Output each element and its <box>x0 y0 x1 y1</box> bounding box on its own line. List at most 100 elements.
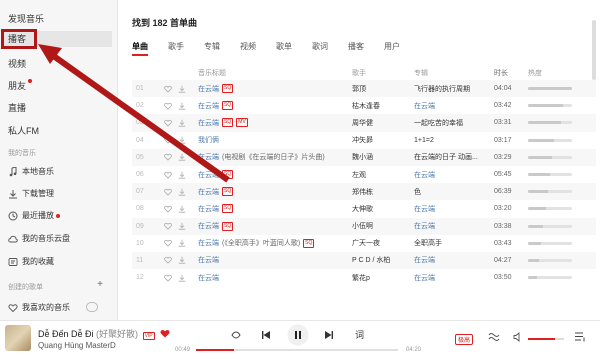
like-heart-icon[interactable] <box>164 256 172 265</box>
album-link[interactable]: 在云端 <box>414 255 494 265</box>
table-row[interactable]: 01 在云端 SQ 郭顶 飞行器的执行周期 04:04 <box>132 80 596 98</box>
column-artist[interactable]: 歌手 <box>352 68 414 78</box>
download-icon[interactable] <box>178 119 186 127</box>
artist-link[interactable]: 小伍啊 <box>352 221 414 231</box>
table-row[interactable]: 03 在云端 SQ MV 周华健 一起吃苦的幸福 03:31 <box>132 114 596 132</box>
like-heart-icon[interactable] <box>164 274 172 282</box>
artist-link[interactable]: 枯木逢春 <box>352 101 414 111</box>
artist-link[interactable]: 魏小涵 <box>352 152 414 162</box>
download-icon[interactable] <box>178 205 186 213</box>
sound-effect-icon[interactable] <box>488 332 500 344</box>
pause-button[interactable] <box>287 324 309 348</box>
add-playlist-button[interactable]: + <box>97 279 103 290</box>
table-row[interactable]: 07 在云端 SQ 郑伟栋色 06:39 <box>132 183 596 201</box>
artist-link[interactable]: 繁花p <box>352 273 414 283</box>
like-heart-icon[interactable] <box>164 222 172 230</box>
like-heart-icon[interactable] <box>164 171 172 179</box>
now-playing-title[interactable]: Dễ Đến Dễ Đi (好聚好散) VIP <box>38 327 170 340</box>
lyrics-button[interactable]: 词 <box>355 328 364 341</box>
song-title[interactable]: 在云端 <box>198 238 219 248</box>
artist-link[interactable]: 冲矢昴 <box>352 135 414 145</box>
download-icon[interactable] <box>178 239 186 247</box>
loop-icon[interactable] <box>230 330 242 342</box>
sidebar-item-collection[interactable]: 我的收藏 <box>8 256 54 267</box>
download-icon[interactable] <box>178 171 186 179</box>
column-hot[interactable]: 热度 <box>528 68 578 78</box>
album-link[interactable]: 在云端 <box>414 273 494 283</box>
tab-lyrics[interactable]: 歌词 <box>312 41 328 52</box>
album-link[interactable]: 在云端 <box>414 204 494 214</box>
progress-bar[interactable] <box>196 349 398 351</box>
heart-mode-button[interactable] <box>86 302 98 312</box>
volume-icon[interactable] <box>513 332 523 344</box>
download-icon[interactable] <box>178 102 186 110</box>
tab-albums[interactable]: 专辑 <box>204 41 220 52</box>
tab-songs[interactable]: 单曲 <box>132 41 148 56</box>
song-title[interactable]: 在云端 <box>198 187 219 197</box>
artist-link[interactable]: 周华健 <box>352 118 414 128</box>
sidebar-item-friends[interactable]: 朋友 <box>8 79 33 92</box>
sidebar-item-cloud[interactable]: 我的音乐云盘 <box>8 233 70 244</box>
sidebar-item-local-music[interactable]: 本地音乐 <box>8 165 54 177</box>
tab-videos[interactable]: 视频 <box>240 41 256 52</box>
artist-link[interactable]: 左观 <box>352 170 414 180</box>
download-icon[interactable] <box>178 256 186 265</box>
song-title[interactable]: 在云端 <box>198 170 219 180</box>
sidebar-item-downloads[interactable]: 下载管理 <box>8 188 54 199</box>
sidebar-item-video[interactable]: 视频 <box>8 57 26 70</box>
table-row[interactable]: 10 在云端 (《全职高手》叶蓝同人歌) SQ 广天一夜 全职高手 03:43 <box>132 235 596 252</box>
volume-slider[interactable] <box>528 338 564 340</box>
download-icon[interactable] <box>178 153 186 161</box>
tab-playlists[interactable]: 歌单 <box>276 41 292 52</box>
artist-link[interactable]: 郭顶 <box>352 84 414 94</box>
album-link[interactable]: 在云端的日子 动画... <box>414 152 494 162</box>
column-duration[interactable]: 时长 <box>494 68 528 78</box>
table-row[interactable]: 06 在云端 SQ 左观 在云端 05:45 <box>132 166 596 183</box>
table-row[interactable]: 12 在云端 繁花p 在云端 03:50 <box>132 269 596 286</box>
column-album[interactable]: 专辑 <box>414 68 494 78</box>
artist-link[interactable]: 郑伟栋 <box>352 187 414 197</box>
album-link[interactable]: 色 <box>414 187 494 197</box>
sidebar-item-live[interactable]: 直播 <box>8 101 26 114</box>
table-row[interactable]: 05 在云端 (电视剧《在云端的日子》片头曲) 魏小涵 在云端的日子 动画... 03:2… <box>132 148 596 166</box>
table-row[interactable]: 02 在云端 SQ 枯木逢春 在云端 03:42 <box>132 97 596 114</box>
album-link[interactable]: 在云端 <box>414 101 494 111</box>
download-icon[interactable] <box>178 222 186 230</box>
sidebar-item-liked[interactable]: 我喜欢的音乐 <box>8 302 70 313</box>
like-heart-icon[interactable] <box>164 205 172 213</box>
column-title[interactable]: 音乐标题 <box>198 68 352 78</box>
album-link[interactable]: 飞行器的执行周期 <box>414 84 494 94</box>
song-title[interactable]: 在云端 <box>198 152 219 162</box>
now-playing-artist[interactable]: Quang Hùng MasterD <box>38 341 116 350</box>
download-icon[interactable] <box>178 136 186 144</box>
song-title[interactable]: 我们俩 <box>198 135 219 145</box>
album-link[interactable]: 在云端 <box>414 170 494 180</box>
sidebar-item-private-fm[interactable]: 私人FM <box>8 124 39 137</box>
song-title[interactable]: 在云端 <box>198 84 219 94</box>
artist-link[interactable]: 广天一夜 <box>352 238 414 248</box>
table-row[interactable]: 09 在云端 SQ 小伍啊 在云端 03:38 <box>132 217 596 235</box>
like-heart-icon[interactable] <box>164 188 172 196</box>
table-row[interactable]: 11 在云端 P C D / 水柏 在云端 04:27 <box>132 251 596 270</box>
album-link[interactable]: 1+1=2 <box>414 137 494 144</box>
table-row[interactable]: 08 在云端 SQ 大伸歌 在云端 03:20 <box>132 200 596 217</box>
tab-podcasts[interactable]: 播客 <box>348 41 364 52</box>
song-title[interactable]: 在云端 <box>198 255 219 265</box>
song-title[interactable]: 在云端 <box>198 118 219 128</box>
like-heart-icon[interactable] <box>164 119 172 127</box>
download-icon[interactable] <box>178 188 186 196</box>
song-title[interactable]: 在云端 <box>198 221 219 231</box>
like-heart-icon[interactable] <box>164 102 172 110</box>
table-row[interactable]: 04 我们俩 冲矢昴 1+1=2 03:17 <box>132 132 596 149</box>
next-icon[interactable] <box>325 331 333 341</box>
song-title[interactable]: 在云端 <box>198 204 219 214</box>
like-heart-icon[interactable] <box>164 239 172 247</box>
like-heart-icon[interactable] <box>164 85 172 93</box>
album-cover[interactable] <box>5 325 31 351</box>
song-title[interactable]: 在云端 <box>198 101 219 111</box>
download-icon[interactable] <box>178 85 186 93</box>
download-icon[interactable] <box>178 274 186 282</box>
album-link[interactable]: 全职高手 <box>414 238 494 248</box>
quality-button[interactable]: 极高 <box>455 334 474 345</box>
song-title[interactable]: 在云端 <box>198 273 219 283</box>
